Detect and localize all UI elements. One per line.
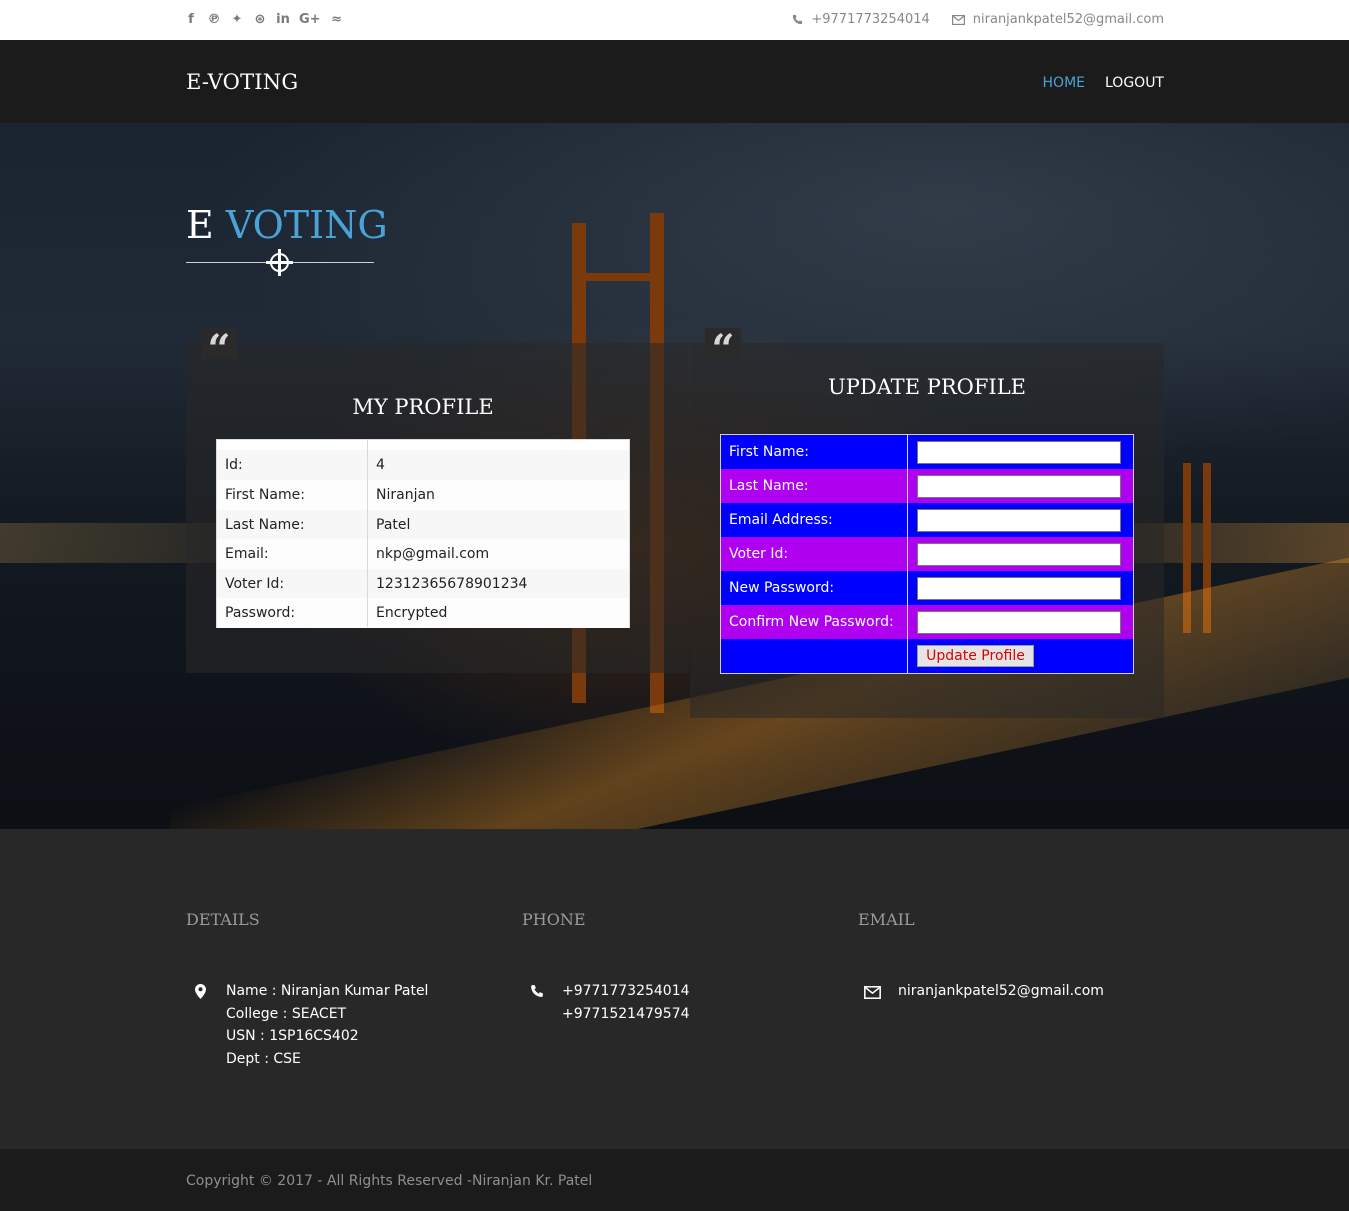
details-list: Name : Niranjan Kumar Patel College : SE… <box>226 980 428 1070</box>
email-address-label: Email Address: <box>729 512 833 528</box>
form-row: Email Address: <box>721 503 1133 537</box>
map-marker-icon <box>195 984 206 999</box>
column-divider <box>367 440 368 627</box>
quote-icon: “ <box>201 328 237 372</box>
profile-label: Voter Id: <box>225 576 285 592</box>
profile-label: Email: <box>225 546 269 562</box>
email-heading: EMAIL <box>858 910 915 929</box>
profile-value: nkp@gmail.com <box>376 546 490 562</box>
table-row: Voter Id: 12312365678901234 <box>217 569 629 599</box>
profile-label: Last Name: <box>225 517 305 533</box>
brand-logo[interactable]: E-VOTING <box>186 70 298 94</box>
profile-label: First Name: <box>225 487 305 503</box>
rss-icon[interactable]: ≈ <box>330 12 344 28</box>
facebook-icon[interactable]: f <box>184 12 198 28</box>
details-heading: DETAILS <box>186 910 260 929</box>
table-row: First Name: Niranjan <box>217 480 629 510</box>
social-links: f ℗ ✦ ⊛ in G+ ≈ <box>184 12 344 28</box>
google-plus-icon[interactable]: G+ <box>299 12 321 28</box>
linkedin-icon[interactable]: in <box>276 12 290 28</box>
update-profile-form: First Name: Last Name: Email Address: Vo… <box>720 434 1134 674</box>
form-row: Confirm New Password: <box>721 605 1133 639</box>
nav-menu: HOME LOGOUT <box>1043 75 1164 91</box>
phone-list: +9771773254014 +9771521479574 <box>562 980 690 1025</box>
hero-title-part2: VOTING <box>225 203 388 247</box>
twitter-icon[interactable]: ✦ <box>230 12 244 28</box>
profile-value: Patel <box>376 517 411 533</box>
top-email-text[interactable]: niranjankpatel52@gmail.com <box>973 12 1164 27</box>
details-usn: USN : 1SP16CS402 <box>226 1028 359 1044</box>
last-name-label: Last Name: <box>729 478 809 494</box>
footer-email[interactable]: niranjankpatel52@gmail.com <box>898 980 1104 1003</box>
new-password-input[interactable] <box>917 577 1121 600</box>
update-profile-button[interactable]: Update Profile <box>917 645 1034 667</box>
details-dept: Dept : CSE <box>226 1050 301 1067</box>
envelope-icon <box>951 14 965 25</box>
profile-value: Niranjan <box>376 487 435 503</box>
table-row: Email: nkp@gmail.com <box>217 539 629 569</box>
nav-logout-link[interactable]: LOGOUT <box>1105 75 1164 91</box>
form-row: New Password: <box>721 571 1133 605</box>
new-password-label: New Password: <box>729 580 835 596</box>
details-college: College : SEACET <box>226 1005 347 1022</box>
hero-title-part1: E <box>186 203 214 247</box>
form-row: Voter Id: <box>721 537 1133 571</box>
hero-title: E VOTING <box>186 203 388 247</box>
top-phone-text: +9771773254014 <box>811 12 930 27</box>
crosshair-icon <box>266 249 293 276</box>
footer: DETAILS PHONE EMAIL Name : Niranjan Kuma… <box>0 829 1349 1149</box>
voter-id-input[interactable] <box>917 543 1121 566</box>
top-phone: +9771773254014 <box>792 12 930 27</box>
profile-value: 4 <box>376 457 385 473</box>
profile-value: Encrypted <box>376 605 448 621</box>
nav-home-link[interactable]: HOME <box>1043 75 1085 91</box>
profile-table: Id: 4 First Name: Niranjan Last Name: Pa… <box>216 439 630 628</box>
table-row: Password: Encrypted <box>217 598 629 628</box>
first-name-label: First Name: <box>729 444 809 460</box>
phone-icon <box>793 14 803 25</box>
phone-number: +9771521479574 <box>562 1005 690 1022</box>
form-row: First Name: <box>721 435 1133 469</box>
dribbble-icon[interactable]: ⊛ <box>253 12 267 28</box>
form-row: Last Name: <box>721 469 1133 503</box>
pinterest-icon[interactable]: ℗ <box>207 12 221 28</box>
phone-heading: PHONE <box>522 910 586 929</box>
table-row: Last Name: Patel <box>217 510 629 540</box>
profile-value: 12312365678901234 <box>376 576 528 592</box>
navbar: E-VOTING HOME LOGOUT <box>0 40 1349 123</box>
email-address-input[interactable] <box>917 509 1121 532</box>
voter-id-label: Voter Id: <box>729 546 789 562</box>
my-profile-title: MY PROFILE <box>352 395 494 419</box>
update-profile-title: UPDATE PROFILE <box>828 375 1026 399</box>
first-name-input[interactable] <box>917 441 1121 464</box>
top-bar: f ℗ ✦ ⊛ in G+ ≈ +9771773254014 niranjank… <box>0 0 1349 40</box>
profile-label: Password: <box>225 605 296 621</box>
phone-number: +9771773254014 <box>562 983 690 999</box>
table-row: Id: 4 <box>217 450 629 480</box>
envelope-icon <box>864 986 881 999</box>
bridge-tower-beam <box>572 273 664 281</box>
confirm-password-label: Confirm New Password: <box>729 614 894 630</box>
profile-label: Id: <box>225 457 243 473</box>
hero-section: E VOTING “ MY PROFILE Id: 4 First Name: … <box>0 123 1349 829</box>
column-divider <box>907 435 908 673</box>
top-contact: +9771773254014 niranjankpatel52@gmail.co… <box>792 12 1164 27</box>
quote-icon: “ <box>705 328 741 372</box>
last-name-input[interactable] <box>917 475 1121 498</box>
bottom-bar: Copyright © 2017 - All Rights Reserved -… <box>0 1149 1349 1211</box>
details-name: Name : Niranjan Kumar Patel <box>226 983 429 999</box>
confirm-password-input[interactable] <box>917 611 1121 634</box>
top-email: niranjankpatel52@gmail.com <box>951 12 1164 27</box>
phone-icon <box>531 985 543 997</box>
copyright-text: Copyright © 2017 - All Rights Reserved -… <box>186 1173 593 1189</box>
